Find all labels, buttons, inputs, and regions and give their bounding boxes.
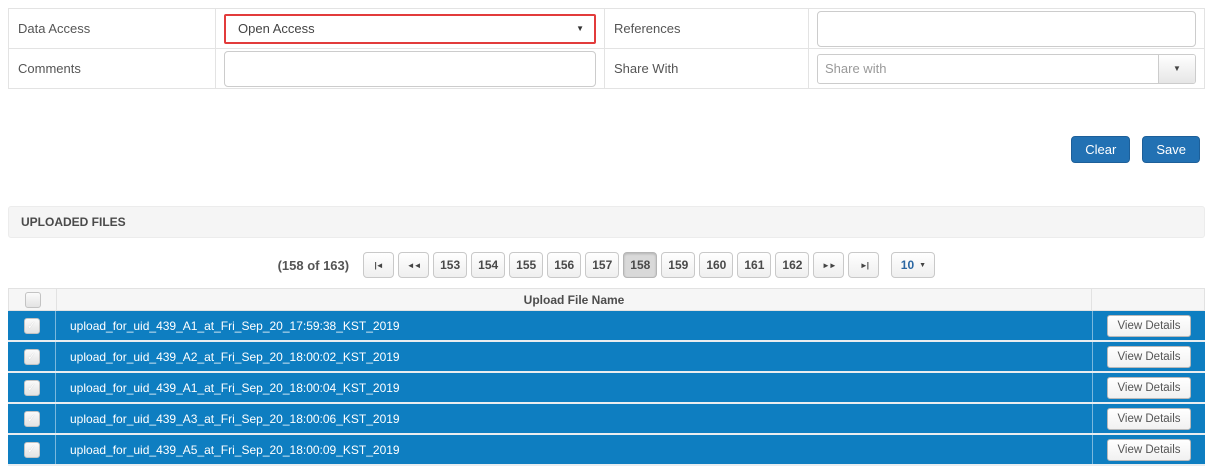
page-button[interactable]: 162 (775, 252, 809, 278)
data-access-select[interactable]: Open Access ▼ (224, 14, 596, 44)
chevron-down-icon: ▼ (919, 262, 926, 269)
table-row[interactable]: ✓ upload_for_uid_439_A1_at_Fri_Sep_20_18:… (8, 373, 1205, 404)
chevron-down-icon: ▼ (1173, 64, 1181, 73)
data-access-cell: Open Access ▼ (216, 9, 605, 49)
rows-per-page-value: 10 (901, 258, 914, 272)
data-access-selected-value: Open Access (238, 21, 315, 36)
page-button[interactable]: 154 (471, 252, 505, 278)
metadata-form: Data Access Open Access ▼ References Com… (8, 8, 1205, 89)
table-row[interactable]: ✓ upload_for_uid_439_A5_at_Fri_Sep_20_18:… (8, 435, 1205, 466)
share-with-dropdown-button[interactable]: ▼ (1158, 55, 1195, 83)
view-details-button[interactable]: View Details (1107, 315, 1190, 337)
comments-label: Comments (9, 49, 216, 89)
rows-per-page-select[interactable]: 10 ▼ (891, 252, 935, 278)
row-checkbox-cell: ✓ (8, 435, 56, 464)
form-actions: Clear Save (8, 136, 1205, 163)
row-checkbox[interactable]: ✓ (24, 380, 40, 396)
references-label: References (605, 9, 809, 49)
references-cell (809, 9, 1205, 49)
row-checkbox-cell: ✓ (8, 342, 56, 371)
row-checkbox-cell: ✓ (8, 311, 56, 340)
table-row[interactable]: ✓ upload_for_uid_439_A3_at_Fri_Sep_20_18:… (8, 404, 1205, 435)
paginator-status: (158 of 163) (278, 258, 350, 273)
share-with-cell: Share with ▼ (809, 49, 1205, 89)
page-number-buttons: 153154155156157158159160161162 (433, 252, 809, 278)
table-row[interactable]: ✓ upload_for_uid_439_A1_at_Fri_Sep_20_17:… (8, 311, 1205, 342)
share-with-select[interactable]: Share with ▼ (817, 54, 1196, 84)
data-access-label: Data Access (9, 9, 216, 49)
row-action-cell: View Details (1093, 435, 1205, 464)
next-page-button[interactable]: ►► (813, 252, 844, 278)
share-with-label: Share With (605, 49, 809, 89)
first-page-button[interactable]: |◄ (363, 252, 394, 278)
table-body: ✓ upload_for_uid_439_A1_at_Fri_Sep_20_17:… (8, 311, 1205, 466)
comments-cell (216, 49, 605, 89)
view-details-button[interactable]: View Details (1107, 408, 1190, 430)
actions-column-header (1092, 289, 1204, 310)
row-checkbox-cell: ✓ (8, 373, 56, 402)
paginator: (158 of 163) |◄ ◄◄ 153154155156157158159… (8, 252, 1205, 278)
uploaded-files-panel-header: UPLOADED FILES (8, 206, 1205, 238)
select-all-cell (9, 289, 57, 310)
page-button[interactable]: 156 (547, 252, 581, 278)
file-name: upload_for_uid_439_A3_at_Fri_Sep_20_18:0… (56, 404, 1093, 433)
page-button[interactable]: 158 (623, 252, 657, 278)
view-details-button[interactable]: View Details (1107, 346, 1190, 368)
previous-page-button[interactable]: ◄◄ (398, 252, 429, 278)
uploaded-files-table: Upload File Name ✓ upload_for_uid_439_A1_… (8, 288, 1205, 466)
table-row[interactable]: ✓ upload_for_uid_439_A2_at_Fri_Sep_20_18:… (8, 342, 1205, 373)
clear-button[interactable]: Clear (1071, 136, 1130, 163)
view-details-button[interactable]: View Details (1107, 439, 1190, 461)
page-button[interactable]: 157 (585, 252, 619, 278)
chevron-down-icon: ▼ (576, 24, 584, 33)
last-page-button[interactable]: ►| (848, 252, 879, 278)
file-name-column-header: Upload File Name (57, 289, 1092, 310)
row-checkbox[interactable]: ✓ (24, 411, 40, 427)
file-name: upload_for_uid_439_A2_at_Fri_Sep_20_18:0… (56, 342, 1093, 371)
file-name: upload_for_uid_439_A1_at_Fri_Sep_20_18:0… (56, 373, 1093, 402)
share-with-placeholder: Share with (818, 55, 1158, 83)
row-checkbox[interactable]: ✓ (24, 318, 40, 334)
view-details-button[interactable]: View Details (1107, 377, 1190, 399)
comments-input[interactable] (224, 51, 596, 87)
page-button[interactable]: 155 (509, 252, 543, 278)
row-checkbox-cell: ✓ (8, 404, 56, 433)
page: Data Access Open Access ▼ References Com… (8, 8, 1205, 466)
references-input[interactable] (817, 11, 1196, 47)
select-all-checkbox[interactable] (25, 292, 41, 308)
row-checkbox[interactable]: ✓ (24, 349, 40, 365)
save-button[interactable]: Save (1142, 136, 1200, 163)
file-name: upload_for_uid_439_A5_at_Fri_Sep_20_18:0… (56, 435, 1093, 464)
row-checkbox[interactable]: ✓ (24, 442, 40, 458)
page-button[interactable]: 161 (737, 252, 771, 278)
file-name: upload_for_uid_439_A1_at_Fri_Sep_20_17:5… (56, 311, 1093, 340)
row-action-cell: View Details (1093, 404, 1205, 433)
row-action-cell: View Details (1093, 311, 1205, 340)
page-button[interactable]: 160 (699, 252, 733, 278)
page-button[interactable]: 153 (433, 252, 467, 278)
table-header-row: Upload File Name (8, 288, 1205, 311)
page-button[interactable]: 159 (661, 252, 695, 278)
row-action-cell: View Details (1093, 342, 1205, 371)
row-action-cell: View Details (1093, 373, 1205, 402)
